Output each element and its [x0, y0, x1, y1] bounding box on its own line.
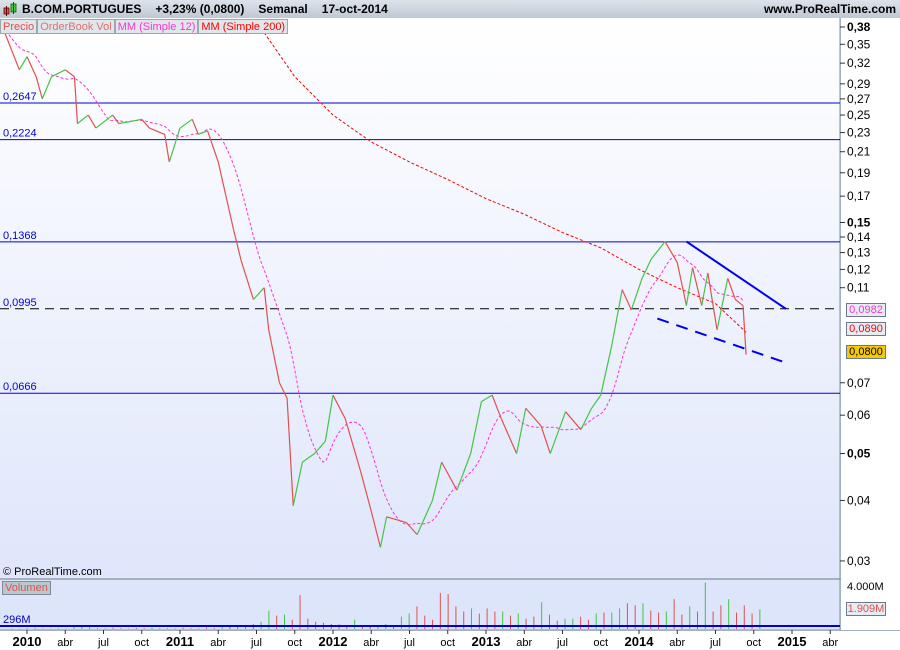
x-tick-label: jul — [97, 637, 109, 649]
x-tick-label: jul — [403, 637, 415, 649]
x-tick-label: 2010 — [13, 634, 42, 649]
x-tick-label: 2013 — [472, 634, 501, 649]
x-tick-label: jul — [709, 637, 721, 649]
y-tick-label: 0,13 — [847, 246, 871, 260]
legend-orderbook[interactable]: OrderBook Vol — [37, 19, 115, 34]
y-tick-label: 0,29 — [847, 77, 871, 91]
x-tick-label: abr — [516, 637, 532, 649]
level-label: 0,1368 — [3, 230, 37, 242]
x-tick-label: 2012 — [319, 634, 348, 649]
x-tick-label: oct — [287, 637, 302, 649]
y-tick-label: 0,07 — [847, 376, 871, 390]
y-tick-label: 0,19 — [847, 166, 871, 180]
level-label: 0,2224 — [3, 128, 37, 140]
site-link[interactable]: www.ProRealTime.com — [764, 2, 896, 16]
y-tick-label: 0,03 — [847, 554, 871, 568]
y-tick-label: 0,32 — [847, 56, 871, 70]
legend-ma200[interactable]: MM (Simple 200) — [198, 19, 289, 34]
x-tick-label: oct — [593, 637, 608, 649]
x-tick-label: oct — [746, 637, 761, 649]
price-plot-area — [0, 18, 840, 578]
x-tick-label: jul — [250, 637, 262, 649]
legend-ma12[interactable]: MM (Simple 12) — [114, 19, 199, 34]
volume-baseline-label: 296M — [3, 614, 31, 626]
x-tick-label: oct — [440, 637, 455, 649]
y-tick-label: 0,14 — [847, 230, 871, 244]
volume-plot-area — [0, 580, 840, 630]
y-tick-label: 0,06 — [847, 408, 871, 422]
y-tick-label: 0,15 — [847, 215, 871, 229]
y-tick-label: 0,05 — [847, 447, 871, 461]
x-tick-label: abr — [57, 637, 73, 649]
level-label: 0,0666 — [3, 381, 37, 393]
y-tick-label: 0,38 — [847, 20, 871, 34]
x-tick-label: abr — [363, 637, 379, 649]
x-tick-label: oct — [134, 637, 149, 649]
x-tick-label: jul — [556, 637, 568, 649]
volume-label[interactable]: Volumen — [2, 581, 51, 595]
title-bar: B.COM.PORTUGUES +3,23% (0,0800) Semanal … — [0, 0, 900, 18]
x-tick-label: abr — [210, 637, 226, 649]
y-tick-label: 0,25 — [847, 108, 871, 122]
y-tick-label: 0,23 — [847, 126, 871, 140]
x-tick-label: 2011 — [166, 634, 194, 649]
level-label: 0,2647 — [3, 91, 37, 103]
y-tick-label: 0,17 — [847, 189, 871, 203]
y-tick-label: 0,35 — [847, 37, 871, 51]
period[interactable]: Semanal — [258, 2, 307, 16]
symbol-name: B.COM.PORTUGUES — [22, 2, 142, 16]
date: 17-oct-2014 — [321, 2, 388, 16]
x-tick-label: abr — [822, 637, 838, 649]
legend-price[interactable]: Precio — [0, 19, 38, 34]
x-tick-label: 2015 — [778, 634, 807, 649]
watermark: © ProRealTime.com — [3, 566, 102, 578]
last-price-label: 0,0800 — [846, 345, 886, 359]
y-tick-label: 0,12 — [847, 262, 871, 276]
ma12-value-label: 0,0982 — [846, 303, 886, 317]
volume-last-label: 1.909M — [846, 602, 886, 616]
y-tick-label: 0,21 — [847, 145, 871, 159]
ma200-value-label: 0,0890 — [846, 322, 886, 336]
volume-tick: 4.000M — [847, 581, 884, 593]
x-tick-label: 2014 — [625, 634, 655, 649]
y-tick-label: 0,27 — [847, 92, 871, 106]
x-tick-label: abr — [669, 637, 685, 649]
legend: Precio OrderBook Vol MM (Simple 12) MM (… — [0, 19, 289, 34]
price-chart[interactable]: 0,2647 0,2224 0,1368 0,0995 0,0666 0,38 0,35 0,… — [0, 18, 900, 650]
price-change: +3,23% (0,0800) — [155, 2, 245, 16]
candlestick-icon — [3, 2, 17, 16]
y-tick-label: 0,04 — [847, 493, 871, 507]
level-label: 0,0995 — [3, 297, 37, 309]
y-tick-label: 0,11 — [847, 281, 870, 295]
